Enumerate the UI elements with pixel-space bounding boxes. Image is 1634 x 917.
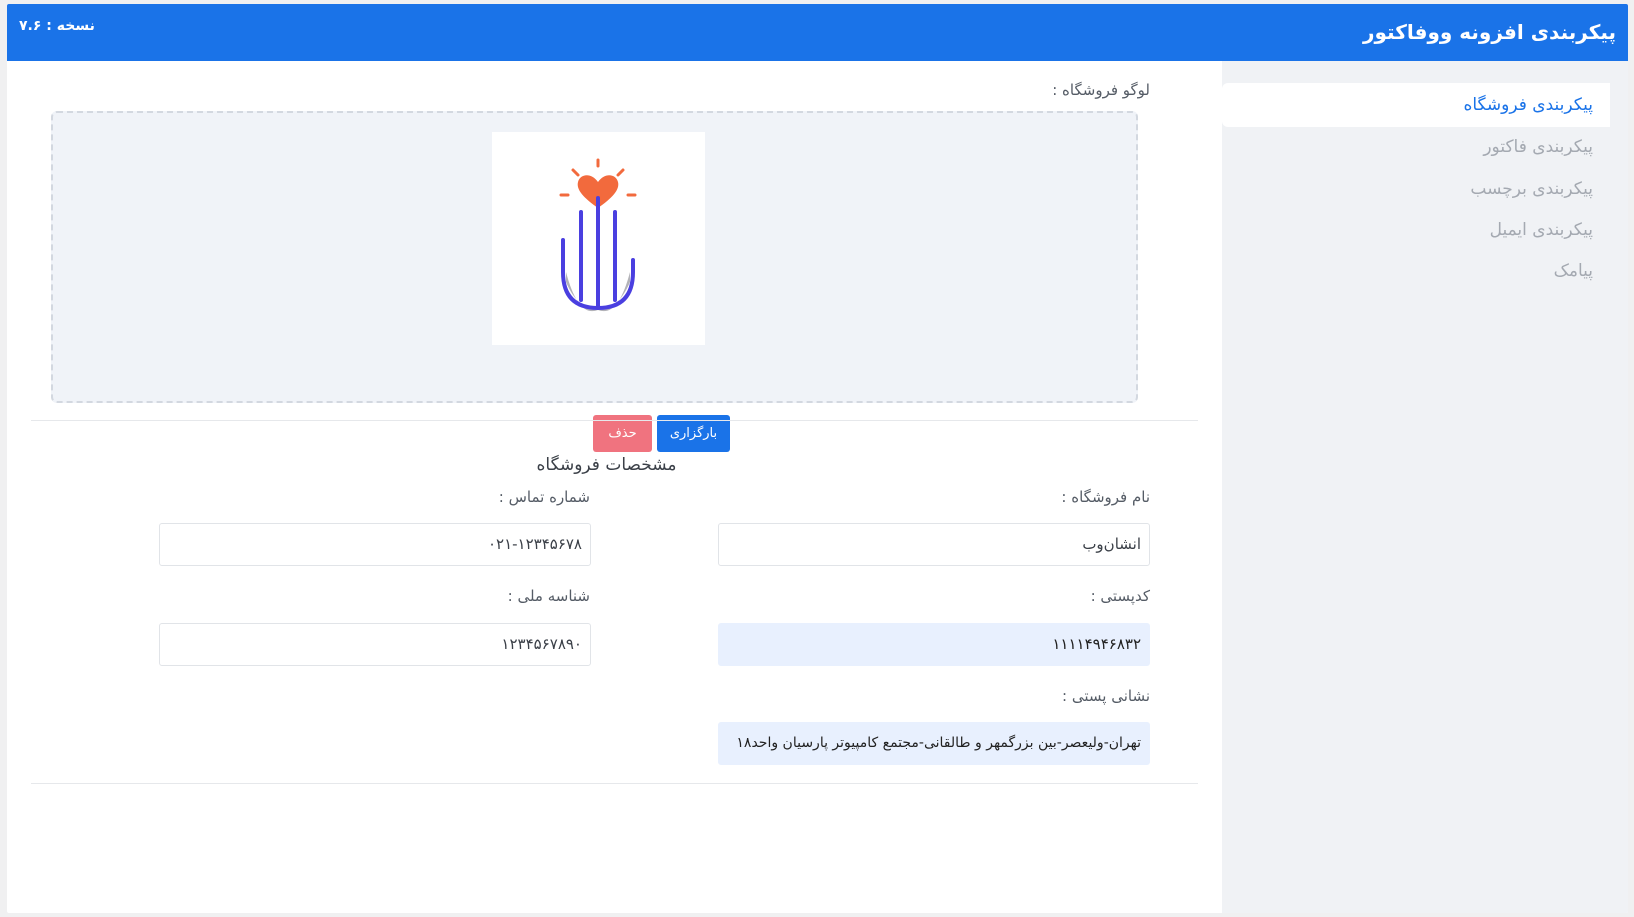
main-content: لوگو فروشگاه : بارگزاری حذف مشخصات فروشگ… [7,61,1222,913]
store-name-field[interactable]: انشان‌وب [718,523,1150,566]
national-id-label: شناسه ملی : [507,587,590,605]
phone-field[interactable]: ۰۲۱-۱۲۳۴۵۶۷۸ [159,523,591,566]
page-title: پیکربندی افزونه ووفاکتور [1362,20,1616,44]
top-bar: پیکربندی افزونه ووفاکتور نسخه : ۷.۶ [7,4,1628,61]
postal-code-field[interactable]: ۱۱۱۱۴۹۴۶۸۳۲ [718,623,1150,666]
settings-window: پیکربندی افزونه ووفاکتور نسخه : ۷.۶ پیکر… [7,4,1628,913]
address-label: نشانی پستی : [1062,687,1150,705]
sidebar-item-store-settings[interactable]: پیکربندی فروشگاه [1222,83,1610,127]
logo-dropzone[interactable]: بارگزاری حذف [51,111,1138,452]
settings-sidebar: پیکربندی فروشگاه پیکربندی فاکتور پیکربند… [1222,61,1628,913]
divider-bottom [31,783,1198,784]
postal-code-label: کدپستی : [1090,587,1150,605]
sidebar-item-label-settings[interactable]: پیکربندی برچسب [1222,167,1610,211]
sidebar-item-sms[interactable]: پیامک [1222,249,1610,293]
store-logo-icon [559,158,637,312]
logo-label: لوگو فروشگاه : [1052,81,1150,99]
section-title-text: مشخصات فروشگاه [536,455,677,475]
section-title-store-details: مشخصات فروشگاه [7,455,1222,475]
national-id-field[interactable]: ۱۲۳۴۵۶۷۸۹۰ [159,623,591,666]
version-label: نسخه : ۷.۶ [19,18,95,34]
address-field[interactable]: تهران-ولیعصر-بین بزرگمهر و طالقانی-مجتمع… [718,722,1150,765]
sidebar-item-invoice-settings[interactable]: پیکربندی فاکتور [1222,125,1610,169]
sidebar-item-email-settings[interactable]: پیکربندی ایمیل [1222,208,1610,252]
store-name-label: نام فروشگاه : [1061,488,1150,506]
store-logo-image [492,132,705,345]
phone-label: شماره تماس : [498,488,590,506]
divider [31,420,1198,421]
